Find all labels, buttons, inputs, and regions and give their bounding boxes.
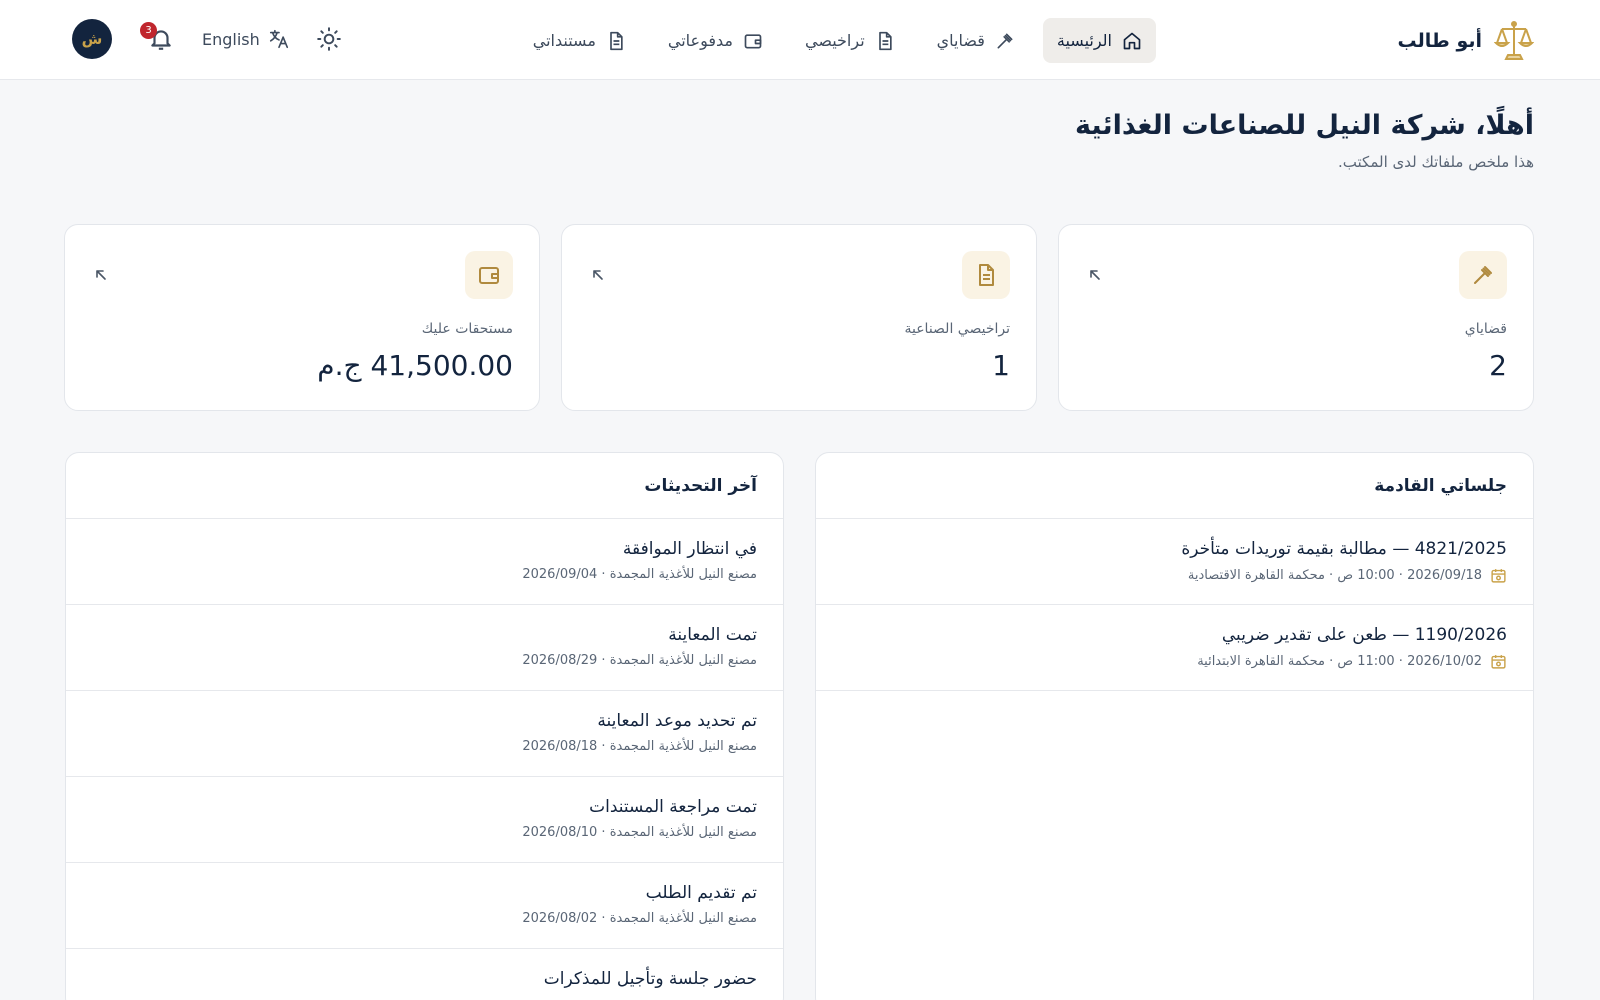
notifications-button[interactable]: 3 <box>140 22 174 52</box>
gavel-icon <box>995 31 1015 51</box>
update-meta: مصنع النيل للأغذية المجمدة · 2026/08/02 <box>522 911 757 926</box>
stat-label: مستحقات عليك <box>421 321 513 337</box>
update-title: حضور جلسة وتأجيل للمذكرات <box>543 969 757 989</box>
session-meta-row: 2026/10/02 · 11:00 ص · محكمة القاهرة الا… <box>842 653 1507 670</box>
update-meta: مصنع النيل للأغذية المجمدة · 2026/08/29 <box>522 653 757 668</box>
session-title: 4821/2025 — مطالبة بقيمة توريدات متأخرة <box>1181 539 1507 559</box>
stat-value: 1 <box>992 349 1010 382</box>
session-title: 1190/2026 — طعن على تقدير ضريبي <box>1221 625 1507 645</box>
nav-item-cases[interactable]: قضاياي <box>923 18 1029 63</box>
update-meta: مصنع النيل للأغذية المجمدة · 2026/09/04 <box>522 567 757 582</box>
language-label: English <box>202 29 260 49</box>
main-nav: الرئيسية قضاياي تراخيصي مدفوعاتي مستندات… <box>519 18 1156 63</box>
nav-item-home[interactable]: الرئيسية <box>1042 18 1156 63</box>
nav-item-label: تراخيصي <box>804 31 865 50</box>
arrow-up-left-icon <box>590 267 606 283</box>
nav-item-documents[interactable]: مستنداتي <box>519 18 640 63</box>
brand-name: أبو طالب <box>1397 30 1482 52</box>
update-title: تمت مراجعة المستندات <box>589 797 757 817</box>
stat-card-licenses[interactable]: تراخيصي الصناعية 1 <box>561 224 1037 411</box>
session-meta: 2026/09/18 · 10:00 ص · محكمة القاهرة الا… <box>1187 568 1482 583</box>
nav-item-licenses[interactable]: تراخيصي <box>791 18 909 63</box>
translate-icon <box>268 28 290 50</box>
notification-badge: 3 <box>140 22 157 39</box>
toolbar: ش 3 English <box>72 16 342 62</box>
nav-item-label: مستنداتي <box>532 31 596 50</box>
document-icon <box>962 251 1010 299</box>
stat-label: قضاياي <box>1464 321 1507 337</box>
arrow-up-left-icon <box>93 267 109 283</box>
gavel-icon <box>1459 251 1507 299</box>
panel-title: جلساتي القادمة <box>816 453 1533 519</box>
latest-updates-panel: آخر التحديثات في انتظار الموافقة مصنع ال… <box>65 452 784 1000</box>
update-title: تمت المعاينة <box>668 625 757 645</box>
home-icon <box>1122 31 1142 51</box>
nav-item-label: الرئيسية <box>1056 31 1112 50</box>
update-title: تم تقديم الطلب <box>645 883 757 903</box>
update-item[interactable]: تمت مراجعة المستندات مصنع النيل للأغذية … <box>66 777 783 863</box>
arrow-up-left-icon <box>1087 267 1103 283</box>
stat-value: 2 <box>1489 349 1507 382</box>
calendar-icon <box>1490 567 1507 584</box>
session-meta: 2026/10/02 · 11:00 ص · محكمة القاهرة الا… <box>1197 654 1482 669</box>
update-item[interactable]: تم تقديم الطلب مصنع النيل للأغذية المجمد… <box>66 863 783 949</box>
update-meta: مصنع النيل للأغذية المجمدة · 2026/08/18 <box>522 739 757 754</box>
greeting: أهلًا، شركة النيل للصناعات الغذائية هذا … <box>1075 110 1534 171</box>
stat-value: 41,500.00 ج.م <box>317 349 513 382</box>
session-item[interactable]: 1190/2026 — طعن على تقدير ضريبي 2026/10/… <box>816 605 1533 691</box>
nav-item-label: قضاياي <box>936 31 985 50</box>
nav-item-payments[interactable]: مدفوعاتي <box>654 18 777 63</box>
update-title: تم تحديد موعد المعاينة <box>597 711 757 731</box>
brand[interactable]: أبو طالب <box>1398 18 1534 64</box>
top-bar: أبو طالب الرئيسية قضاياي تراخيصي مدفوعات… <box>0 0 1600 80</box>
update-item[interactable]: حضور جلسة وتأجيل للمذكرات <box>66 949 783 1000</box>
session-meta-row: 2026/09/18 · 10:00 ص · محكمة القاهرة الا… <box>842 567 1507 584</box>
wallet-icon <box>465 251 513 299</box>
session-item[interactable]: 4821/2025 — مطالبة بقيمة توريدات متأخرة … <box>816 519 1533 605</box>
document-icon <box>606 31 626 51</box>
panel-title: آخر التحديثات <box>66 453 783 519</box>
upcoming-sessions-panel: جلساتي القادمة 4821/2025 — مطالبة بقيمة … <box>815 452 1534 1000</box>
document-icon <box>875 31 895 51</box>
page-title: أهلًا، شركة النيل للصناعات الغذائية <box>1075 110 1534 141</box>
calendar-icon <box>1490 653 1507 670</box>
scales-logo-icon <box>1494 19 1534 63</box>
update-item[interactable]: تم تحديد موعد المعاينة مصنع النيل للأغذي… <box>66 691 783 777</box>
update-item[interactable]: تمت المعاينة مصنع النيل للأغذية المجمدة … <box>66 605 783 691</box>
update-meta: مصنع النيل للأغذية المجمدة · 2026/08/10 <box>522 825 757 840</box>
language-toggle[interactable]: English <box>202 28 290 50</box>
stat-card-cases[interactable]: قضاياي 2 <box>1058 224 1534 411</box>
theme-toggle-sun-icon[interactable] <box>316 26 342 52</box>
stat-label: تراخيصي الصناعية <box>904 321 1010 337</box>
page-subtitle: هذا ملخص ملفاتك لدى المكتب. <box>1338 153 1534 171</box>
update-item[interactable]: في انتظار الموافقة مصنع النيل للأغذية ال… <box>66 519 783 605</box>
stat-card-dues[interactable]: مستحقات عليك 41,500.00 ج.م <box>64 224 540 411</box>
update-title: في انتظار الموافقة <box>622 539 757 559</box>
nav-item-label: مدفوعاتي <box>667 31 733 50</box>
avatar[interactable]: ش <box>72 19 112 59</box>
wallet-icon <box>743 31 763 51</box>
